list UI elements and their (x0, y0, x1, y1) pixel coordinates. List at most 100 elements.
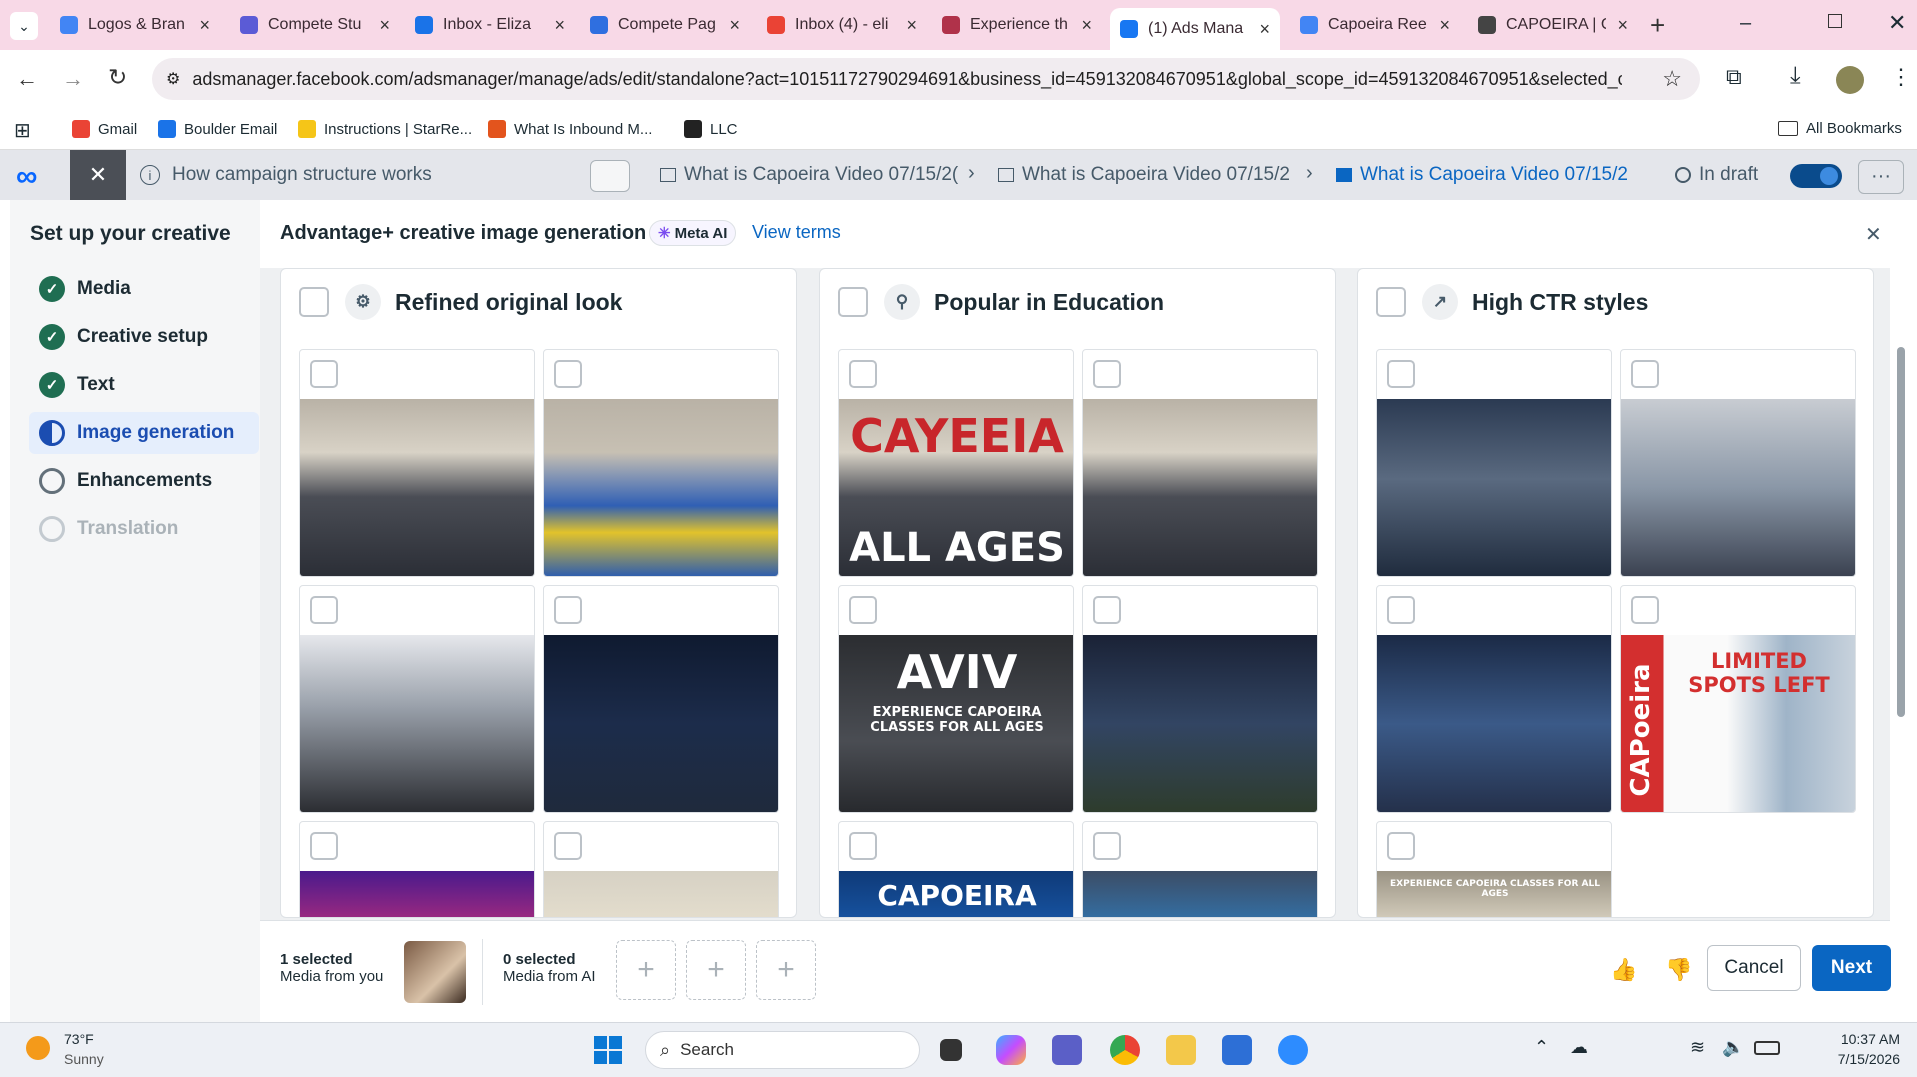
tab-search-icon[interactable]: ⌄ (10, 12, 38, 40)
generated-image-card[interactable] (1376, 585, 1612, 813)
select-all-checkbox[interactable] (299, 287, 329, 317)
generated-image[interactable] (300, 399, 534, 576)
view-terms-link[interactable]: View terms (752, 222, 841, 243)
menu-kebab-icon[interactable]: ⋮ (1890, 64, 1912, 90)
avatar[interactable] (1836, 66, 1864, 94)
close-tab-icon[interactable]: × (546, 15, 565, 36)
next-button[interactable]: Next (1812, 945, 1891, 991)
image-checkbox[interactable] (554, 596, 582, 624)
image-checkbox[interactable] (1093, 360, 1121, 388)
minimize-icon[interactable]: – (1740, 12, 1751, 35)
breadcrumb[interactable]: What is Capoeira Video 07/15/2( (660, 164, 960, 186)
generated-image[interactable] (1083, 871, 1317, 917)
browser-tab[interactable]: Compete Stu × (230, 8, 400, 42)
copilot-icon[interactable] (996, 1035, 1026, 1065)
generated-image-card[interactable] (299, 585, 535, 813)
step-media[interactable]: ✓ Media (29, 268, 259, 310)
wifi-icon[interactable]: ≋ (1690, 1037, 1705, 1058)
bookmark-item[interactable]: Instructions | StarRe... (298, 120, 472, 138)
generated-image[interactable]: CAYEEIA ALL AGES (839, 399, 1073, 576)
address-bar[interactable]: ⚙ adsmanager.facebook.com/adsmanager/man… (152, 58, 1700, 100)
generated-image-card[interactable] (299, 821, 535, 917)
browser-tab[interactable]: CAPOEIRA | C × (1468, 8, 1638, 42)
close-tab-icon[interactable]: × (721, 15, 740, 36)
generated-image[interactable] (300, 871, 534, 917)
breadcrumb[interactable]: What is Capoeira Video 07/15/2 (1336, 164, 1636, 186)
generated-image[interactable]: AVIV EXPERIENCE CAPOEIRA CLASSES FOR ALL … (839, 635, 1073, 812)
taskbar-search[interactable]: ⌕ Search (645, 1031, 920, 1069)
tray-chevron-icon[interactable]: ⌃ (1534, 1037, 1549, 1058)
close-tab-icon[interactable]: × (371, 15, 390, 36)
zoom-icon[interactable] (1278, 1035, 1308, 1065)
close-tab-icon[interactable]: × (1073, 15, 1092, 36)
back-icon[interactable]: ← (16, 66, 38, 92)
ai-media-slot[interactable]: + (756, 940, 816, 1000)
dislike-icon[interactable]: 👎 (1665, 957, 1692, 983)
scrollbar-thumb[interactable] (1897, 347, 1905, 717)
image-checkbox[interactable] (1631, 596, 1659, 624)
site-info-icon[interactable]: ⚙ (166, 69, 180, 89)
start-icon[interactable] (594, 1036, 622, 1064)
browser-tab[interactable]: Logos & Bran × (50, 8, 220, 42)
generated-image[interactable] (1377, 399, 1611, 576)
close-window-icon[interactable]: ✕ (1888, 10, 1906, 36)
close-tab-icon[interactable]: × (191, 15, 210, 36)
generated-image[interactable] (544, 871, 778, 917)
selected-media-thumbnail[interactable] (404, 941, 466, 1003)
generated-image[interactable] (1621, 399, 1855, 576)
more-options-button[interactable]: ··· (1858, 160, 1904, 194)
generated-image-card[interactable] (1082, 585, 1318, 813)
image-checkbox[interactable] (310, 596, 338, 624)
step-creative-setup[interactable]: ✓ Creative setup (29, 316, 259, 358)
image-checkbox[interactable] (1387, 360, 1415, 388)
generated-image[interactable]: EXPERIENCE CAPOEIRA CLASSES FOR ALL AGES (1377, 871, 1611, 917)
image-checkbox[interactable] (1631, 360, 1659, 388)
generated-image-card[interactable] (543, 349, 779, 577)
generated-image-card[interactable] (1620, 349, 1856, 577)
close-icon[interactable]: ✕ (1865, 222, 1882, 247)
breadcrumb[interactable]: What is Capoeira Video 07/15/2 (998, 164, 1298, 186)
generated-image-card[interactable] (1376, 349, 1612, 577)
image-checkbox[interactable] (1093, 596, 1121, 624)
cancel-button[interactable]: Cancel (1707, 945, 1801, 991)
task-view-icon[interactable] (940, 1039, 962, 1061)
generated-image-card[interactable] (1082, 821, 1318, 917)
publish-toggle[interactable] (1790, 164, 1842, 188)
chrome-icon[interactable] (1110, 1035, 1140, 1065)
generated-image[interactable]: LIMITED SPOTS LEFT CAPoeira (1621, 635, 1855, 812)
generated-image-card[interactable]: LIMITED SPOTS LEFT CAPoeira (1620, 585, 1856, 813)
generated-image[interactable] (544, 635, 778, 812)
generated-image[interactable]: CAPOEIRA (839, 871, 1073, 917)
generated-image-card[interactable] (543, 585, 779, 813)
battery-icon[interactable] (1754, 1041, 1780, 1055)
generated-image-card[interactable]: CAYEEIA ALL AGES (838, 349, 1074, 577)
clock-time[interactable]: 10:37 AM (1800, 1031, 1900, 1047)
select-all-checkbox[interactable] (1376, 287, 1406, 317)
bookmark-star-icon[interactable]: ☆ (1662, 66, 1682, 92)
generated-image[interactable] (1083, 635, 1317, 812)
download-icon[interactable]: ⤓ (1790, 62, 1801, 90)
image-checkbox[interactable] (849, 832, 877, 860)
help-link[interactable]: i How campaign structure works (140, 164, 432, 186)
new-tab-button[interactable]: + (1650, 10, 1665, 41)
browser-tab[interactable]: (1) Ads Mana × (1110, 8, 1280, 50)
store-icon[interactable] (1222, 1035, 1252, 1065)
browser-tab[interactable]: Compete Pag × (580, 8, 750, 42)
browser-tab[interactable]: Capoeira Ree × (1290, 8, 1460, 42)
cloud-icon[interactable]: ☁ (1570, 1037, 1588, 1058)
all-bookmarks[interactable]: All Bookmarks (1778, 120, 1902, 137)
step-enhancements[interactable]: Enhancements (29, 460, 259, 502)
browser-tab[interactable]: Experience th × (932, 8, 1102, 42)
generated-image-card[interactable] (299, 349, 535, 577)
generated-image-card[interactable]: AVIV EXPERIENCE CAPOEIRA CLASSES FOR ALL … (838, 585, 1074, 813)
image-checkbox[interactable] (554, 360, 582, 388)
close-tab-icon[interactable]: × (1431, 15, 1450, 36)
generated-image[interactable] (544, 399, 778, 576)
panel-toggle-icon[interactable] (590, 160, 630, 192)
file-explorer-icon[interactable] (1166, 1035, 1196, 1065)
bookmark-item[interactable]: Boulder Email (158, 120, 277, 138)
close-tab-icon[interactable]: × (1251, 19, 1270, 40)
close-tab-icon[interactable]: × (1609, 15, 1628, 36)
image-checkbox[interactable] (310, 360, 338, 388)
restore-icon[interactable] (1828, 14, 1842, 28)
